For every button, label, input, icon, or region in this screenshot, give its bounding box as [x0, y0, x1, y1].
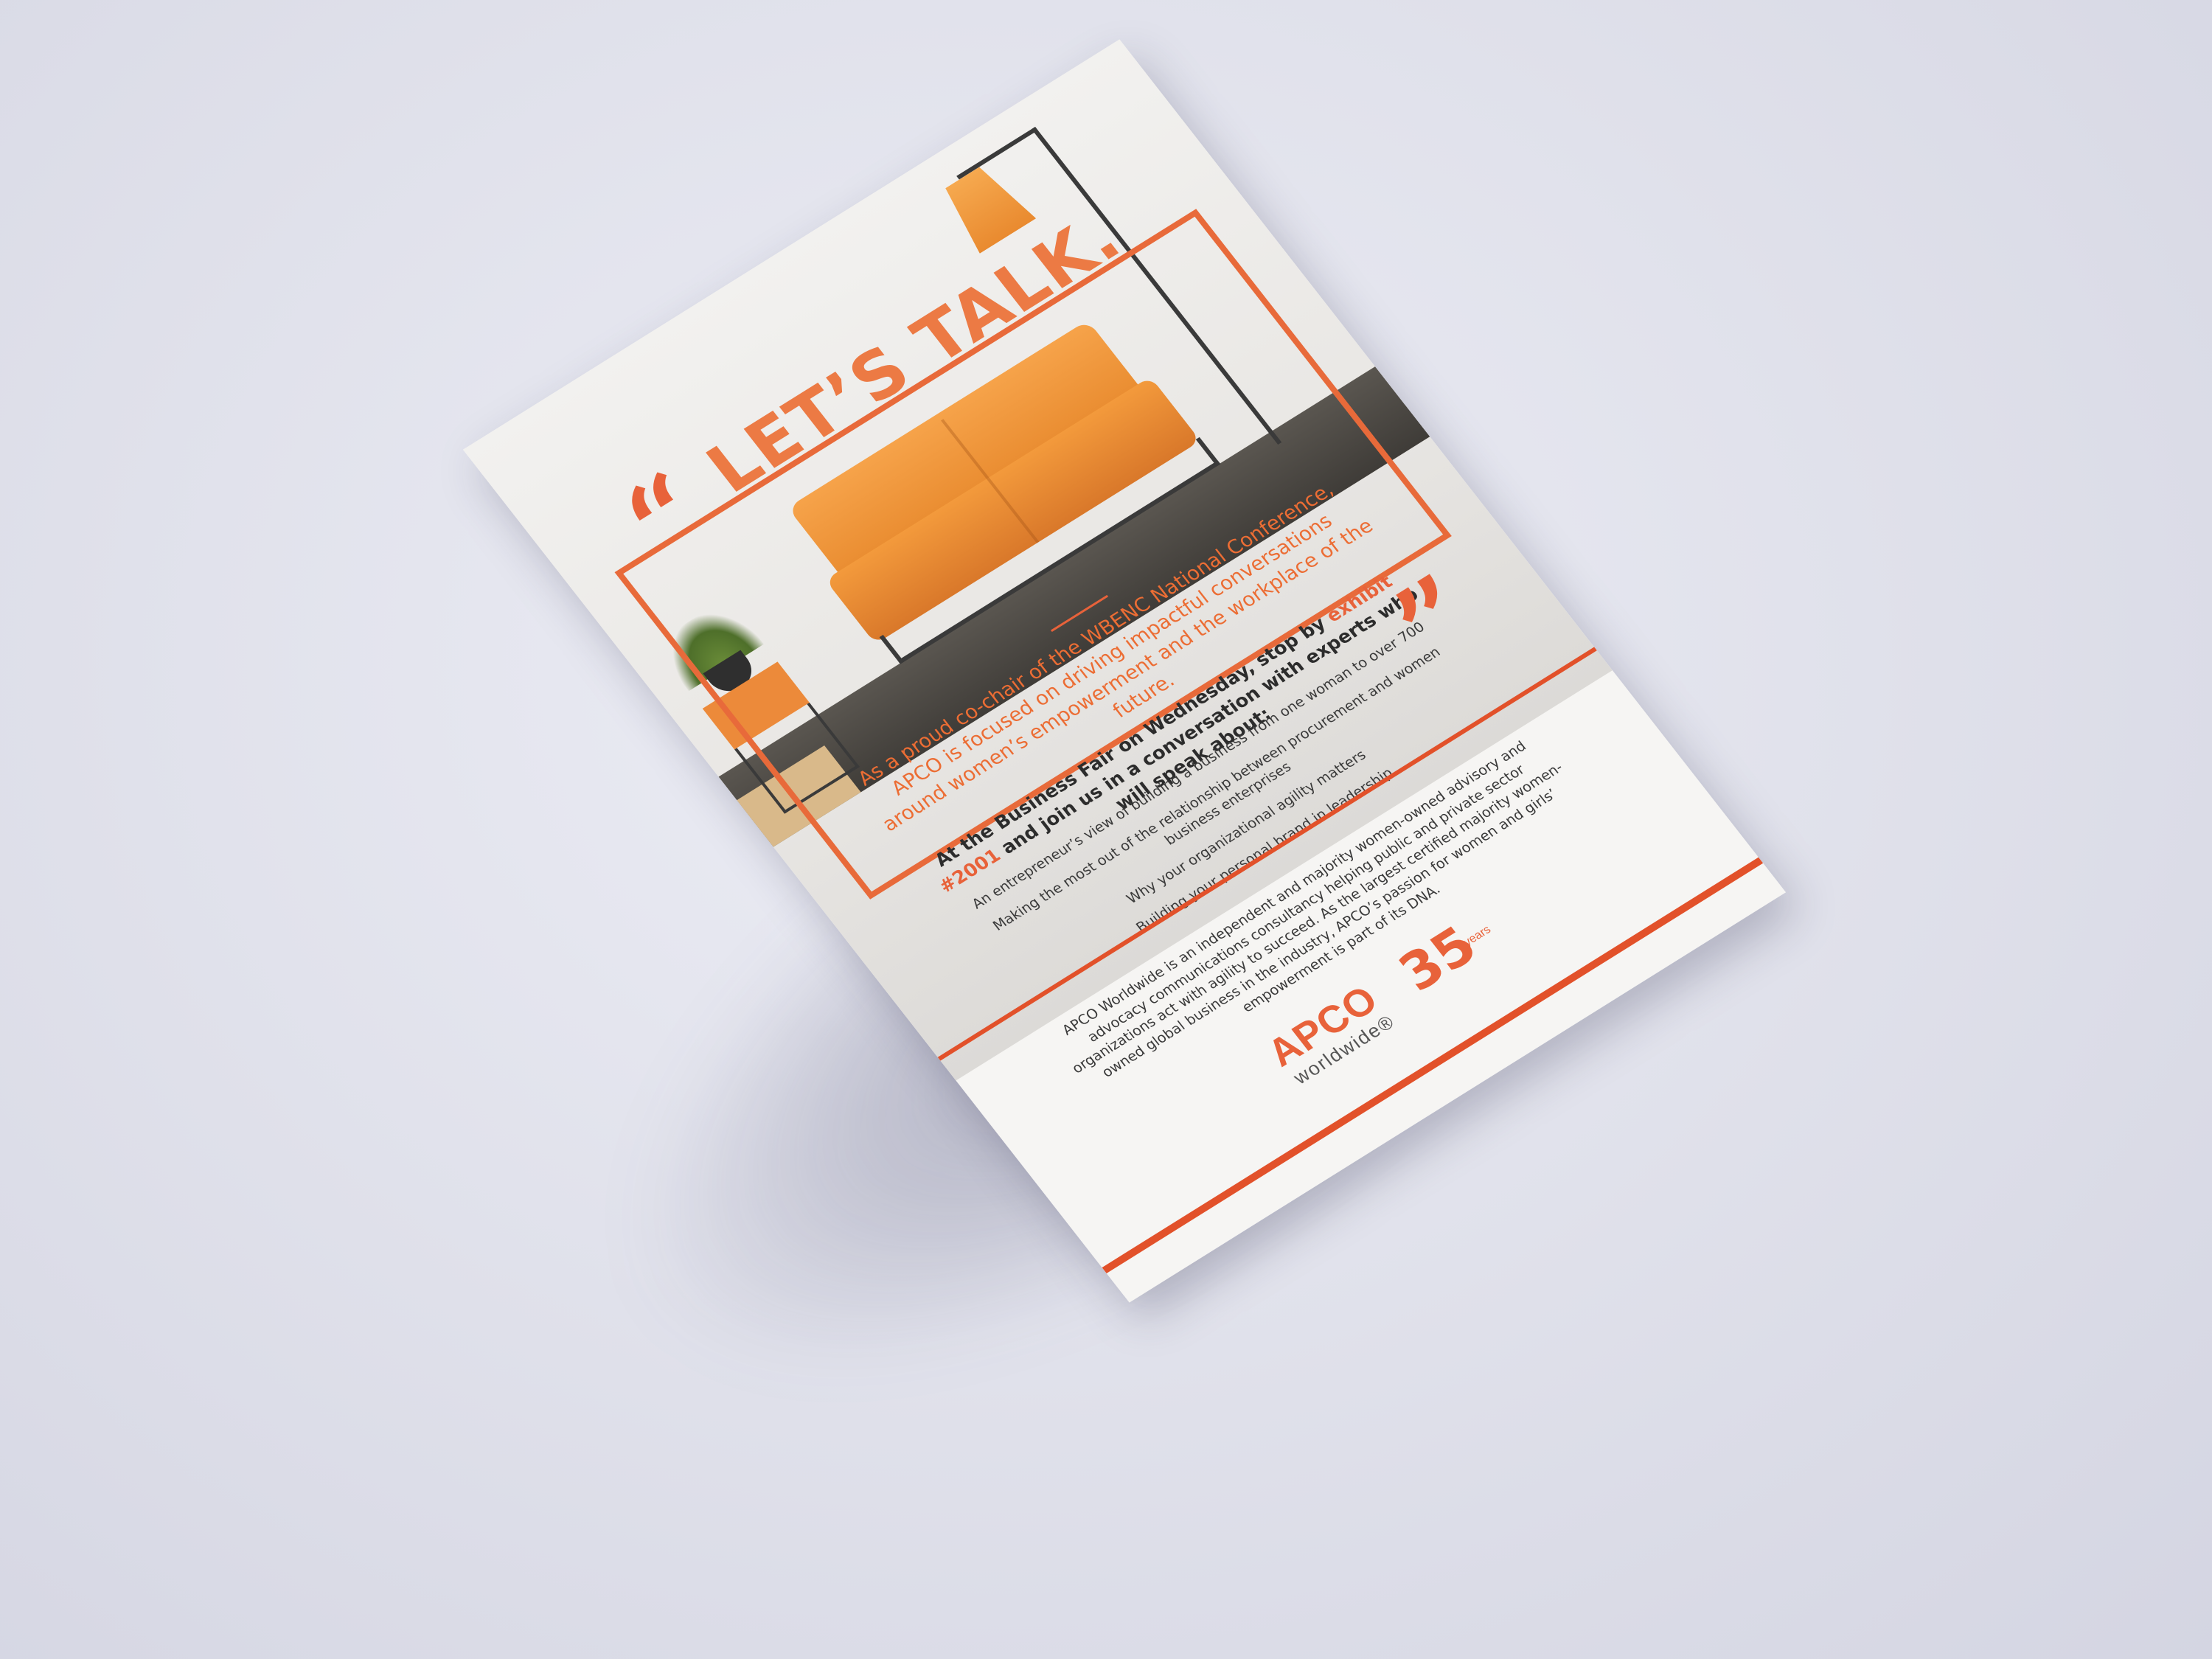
anniversary-number: 35: [1387, 914, 1489, 1003]
anniversary-label: years: [1461, 923, 1494, 949]
floor-lamp-arm: [956, 126, 1038, 180]
